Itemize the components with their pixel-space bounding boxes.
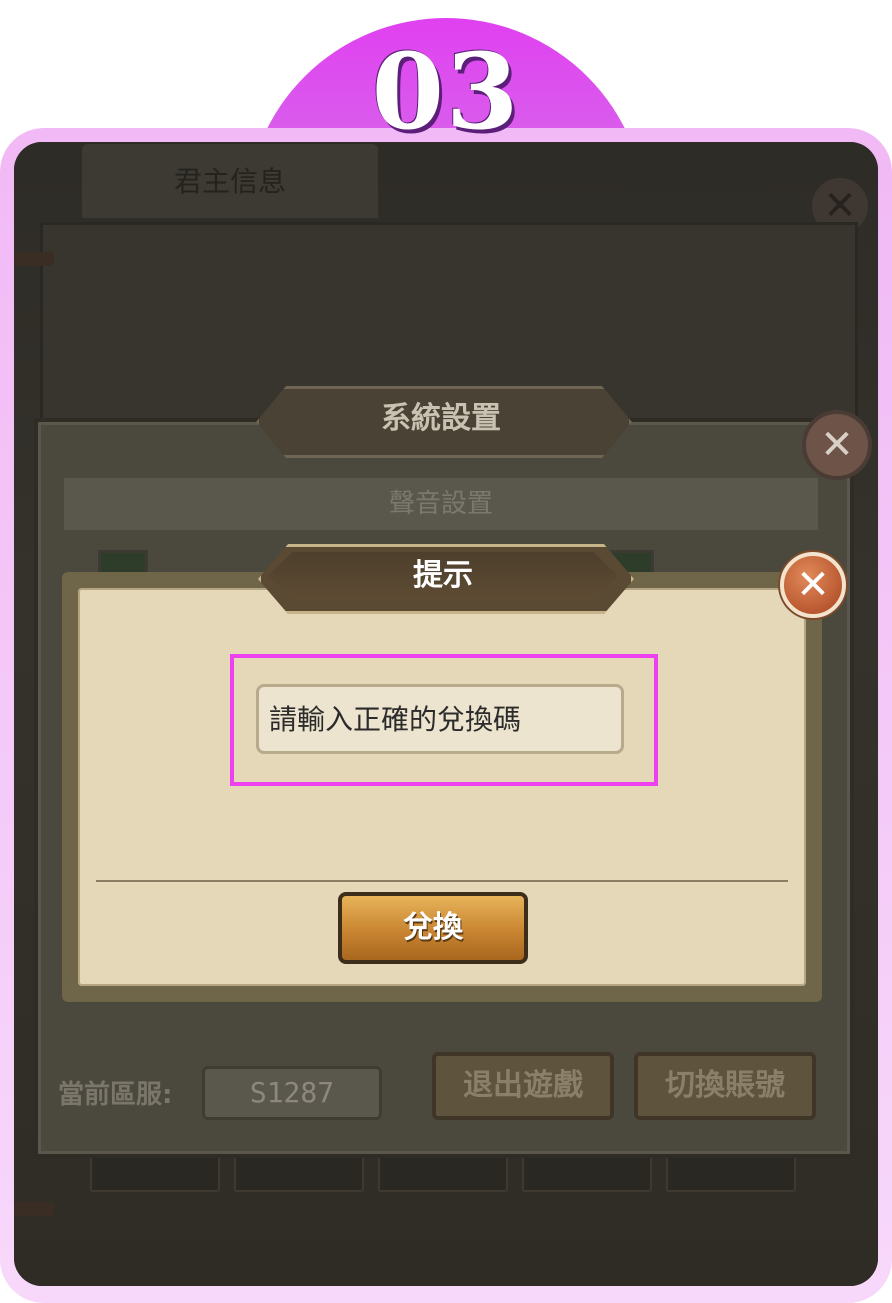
dialog-close-icon[interactable]: ✕ <box>780 552 846 618</box>
tab-lord-info[interactable]: 君主信息 <box>82 144 378 218</box>
highlight-box <box>230 654 658 786</box>
current-server-value: S1287 <box>202 1066 382 1120</box>
frame-pin <box>14 252 54 266</box>
dialog-title: 提示 <box>413 558 473 593</box>
background-tiles <box>90 1152 810 1192</box>
tile <box>90 1152 220 1192</box>
tile <box>522 1152 652 1192</box>
settings-title: 系統設置 <box>381 401 501 436</box>
settings-close-icon[interactable]: ✕ <box>802 410 872 480</box>
game-screenshot: 君主信息 ✕ 聲音設置 系統設置 ✕ 當前區服: S1287 退出遊戲 切換賬號… <box>14 142 878 1286</box>
dialog-divider <box>96 880 788 882</box>
exit-game-button[interactable]: 退出遊戲 <box>432 1052 614 1120</box>
frame-pin <box>14 1202 54 1216</box>
redeem-button[interactable]: 兌換 <box>338 892 528 964</box>
tile <box>666 1152 796 1192</box>
current-server-label: 當前區服: <box>58 1080 173 1110</box>
tile <box>378 1152 508 1192</box>
switch-account-button[interactable]: 切換賬號 <box>634 1052 816 1120</box>
tile <box>234 1152 364 1192</box>
step-number: 03 <box>371 30 521 153</box>
sound-settings-header: 聲音設置 <box>64 478 818 530</box>
